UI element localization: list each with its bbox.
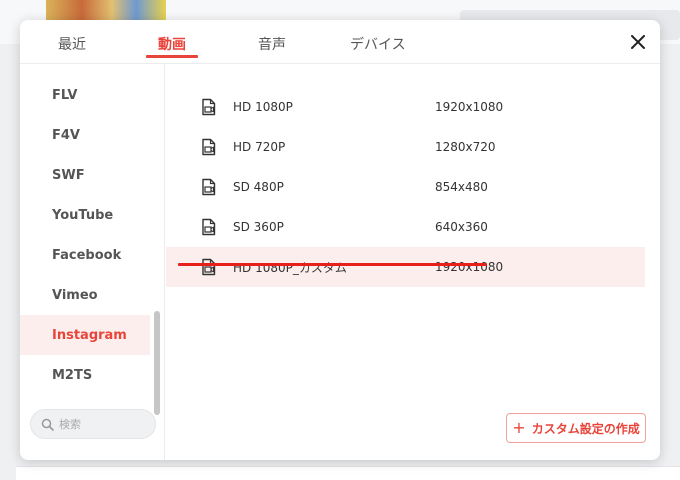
preset-row[interactable]: SD 480P 854x480 xyxy=(166,167,645,207)
sidebar-item-vimeo[interactable]: Vimeo xyxy=(20,275,150,315)
preset-resolution: 640x360 xyxy=(435,220,488,234)
preset-name: HD 1080P xyxy=(233,100,293,114)
preset-name: SD 480P xyxy=(233,180,284,194)
tab-recent[interactable]: 最近 xyxy=(58,34,86,58)
sidebar-item-flv[interactable]: FLV xyxy=(20,75,150,115)
tab-audio[interactable]: 音声 xyxy=(258,34,286,58)
sidebar-item-instagram[interactable]: Instagram xyxy=(20,315,150,355)
sidebar-item-f4v[interactable]: F4V xyxy=(20,115,150,155)
search-icon xyxy=(41,418,54,431)
video-file-icon xyxy=(202,98,216,116)
close-icon xyxy=(631,35,645,49)
preset-row[interactable]: HD 720P 1280x720 xyxy=(166,127,645,167)
sidebar-scrollbar[interactable] xyxy=(154,311,160,415)
create-custom-preset-button[interactable]: + カスタム設定の作成 xyxy=(506,413,646,443)
format-search[interactable] xyxy=(30,409,156,439)
search-input[interactable] xyxy=(59,417,149,431)
sidebar-item-youtube[interactable]: YouTube xyxy=(20,195,150,235)
highlight-underline xyxy=(178,263,487,266)
preset-list: HD 1080P 1920x1080 HD 720P 1280x720 SD 4… xyxy=(166,64,660,364)
create-button-label: カスタム設定の作成 xyxy=(531,421,640,436)
video-file-icon xyxy=(202,218,216,236)
format-preset-dialog: 最近 動画 音声 デバイス FLV F4V SWF YouTube Facebo… xyxy=(20,20,660,460)
video-file-icon xyxy=(202,178,216,196)
video-thumbnail xyxy=(46,0,166,20)
preset-row[interactable]: HD 1080P 1920x1080 xyxy=(166,87,645,127)
preset-resolution: 854x480 xyxy=(435,180,488,194)
sidebar-item-m2ts[interactable]: M2TS xyxy=(20,355,150,395)
tab-device[interactable]: デバイス xyxy=(350,34,406,58)
close-button[interactable] xyxy=(624,28,652,56)
category-tabs: 最近 動画 音声 デバイス xyxy=(20,20,660,64)
preset-resolution: 1280x720 xyxy=(435,140,496,154)
video-file-icon xyxy=(202,138,216,156)
preset-name: SD 360P xyxy=(233,220,284,234)
preset-name: HD 720P xyxy=(233,140,286,154)
preset-resolution: 1920x1080 xyxy=(435,100,504,114)
sidebar-item-swf[interactable]: SWF xyxy=(20,155,150,195)
preset-row[interactable]: SD 360P 640x360 xyxy=(166,207,645,247)
sidebar-item-facebook[interactable]: Facebook xyxy=(20,235,150,275)
tab-video[interactable]: 動画 xyxy=(146,34,198,58)
video-file-icon xyxy=(202,258,216,276)
background-app-footer xyxy=(16,466,680,480)
preset-row-selected[interactable]: HD 1080P_カスタム 1920x1080 xyxy=(166,247,645,287)
format-sidebar: FLV F4V SWF YouTube Facebook Vimeo Insta… xyxy=(20,64,165,460)
plus-icon: + xyxy=(512,418,526,437)
preset-name: HD 1080P_カスタム xyxy=(233,260,347,275)
